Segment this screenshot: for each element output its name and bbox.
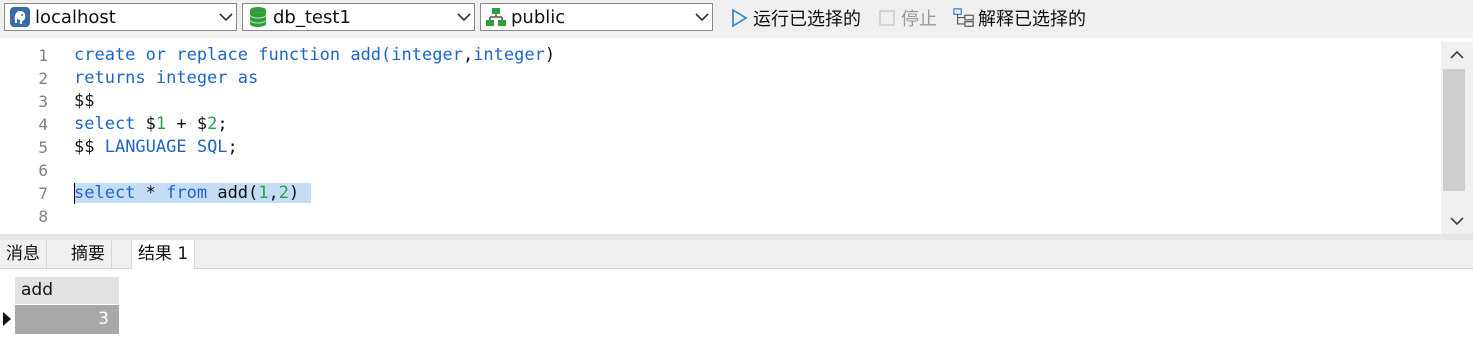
code-token: create or replace function add( [74,45,392,65]
schema-value: public [511,6,566,28]
stop-icon [876,7,898,29]
code-token: integer [473,45,545,65]
stop-button[interactable]: 停止 [876,5,937,31]
scrollbar-thumb[interactable] [1443,69,1465,191]
code-token: returns integer as [74,68,259,88]
code-token: integer [391,45,463,65]
chevron-down-icon[interactable] [216,12,236,22]
explain-plan-icon [953,7,975,29]
line-number-gutter: 1 2 3 4 5 6 7 8 [0,42,60,234]
editor-vertical-scrollbar[interactable] [1441,42,1473,234]
scroll-up-icon[interactable] [1441,44,1473,66]
run-selected-label: 运行已选择的 [753,9,861,30]
connection-value: localhost [35,6,116,28]
database-cylinder-icon [247,6,269,28]
line-number: 8 [38,207,48,226]
line-number: 7 [38,184,48,203]
query-toolbar: localhost db_test1 public 运行已选择的 停止 解释已选… [0,0,1473,38]
code-token: $$ [74,137,105,157]
code-token: LANGUAGE SQL [104,137,228,157]
result-tabs: 消息 摘要 结果 1 [0,240,1473,269]
scroll-down-icon[interactable] [1441,210,1473,232]
run-selected-button[interactable]: 运行已选择的 [728,5,861,31]
current-row-indicator-icon [2,311,14,327]
code-token: ; [227,137,238,157]
stop-label: 停止 [901,9,937,30]
code-token: ; [217,114,228,134]
line-number: 4 [38,115,48,134]
line-number: 1 [38,46,48,65]
code-token: 2 [278,183,290,203]
code-line-2: returns integer as [74,67,258,90]
code-token: 1 [155,114,167,134]
tab-messages[interactable]: 消息 [0,240,47,268]
code-token: + $ [166,114,208,134]
schema-select[interactable]: public [480,3,713,31]
result-grid: add 3 [0,269,1473,342]
code-token: from [166,183,208,203]
code-token: 1 [258,183,269,203]
code-token: $ [135,114,156,134]
line-number: 5 [38,138,48,157]
code-token: add( [207,183,259,203]
code-line-7: select * from add(1,2) [74,182,312,205]
sql-editor[interactable]: 1 2 3 4 5 6 7 8 create or replace functi… [0,42,1441,234]
code-token: ) [544,45,556,65]
database-value: db_test1 [273,6,351,28]
line-number: 6 [38,161,48,180]
code-line-5: $$ LANGUAGE SQL; [74,136,238,159]
code-token: $$ [74,91,95,111]
code-line-4: select $1 + $2; [74,113,228,136]
table-cell[interactable]: 3 [15,305,119,334]
text-caret [74,183,75,204]
selected-text[interactable]: select * from add(1,2) [74,183,312,203]
chevron-down-icon[interactable] [692,12,712,22]
explain-selected-label: 解释已选择的 [978,9,1086,30]
code-token: 2 [207,114,218,134]
code-token: * [135,183,167,203]
chevron-down-icon[interactable] [454,12,474,22]
tab-summary[interactable]: 摘要 [65,240,112,268]
explain-selected-button[interactable]: 解释已选择的 [953,5,1086,31]
code-token: select [74,114,136,134]
database-select[interactable]: db_test1 [242,3,475,31]
schema-tree-icon [485,6,507,28]
column-header-add[interactable]: add [15,277,119,304]
line-number: 2 [38,69,48,88]
code-token: , [462,45,474,65]
code-line-3: $$ [74,90,94,113]
line-number: 3 [38,92,48,111]
postgresql-elephant-icon [9,6,31,28]
play-icon [728,7,750,29]
code-token: ) [289,183,300,203]
connection-select[interactable]: localhost [4,3,237,31]
code-token: select [74,183,136,203]
code-token: , [268,183,279,203]
code-line-1: create or replace function add(integer,i… [74,44,555,67]
tab-result-1[interactable]: 结果 1 [131,240,196,269]
